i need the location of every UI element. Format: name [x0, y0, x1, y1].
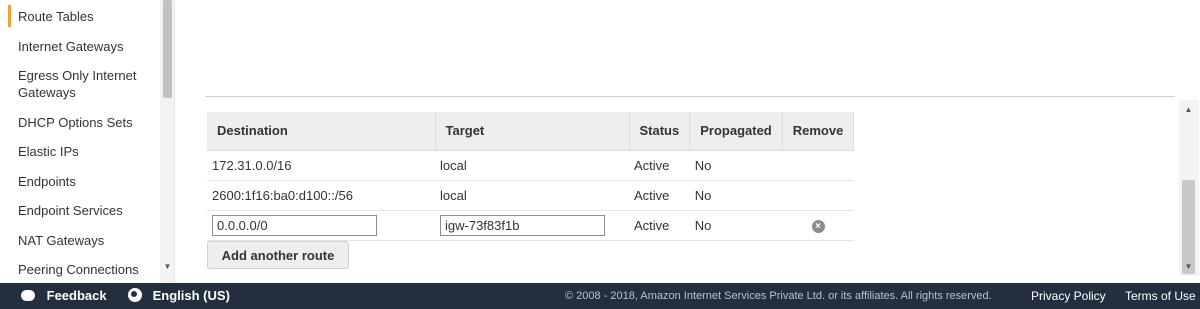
routes-table: Destination Target Status Propagated Rem… — [207, 112, 855, 241]
column-remove: Remove — [782, 112, 855, 151]
sidebar-scrollbar-thumb[interactable] — [163, 0, 172, 98]
scroll-down-icon[interactable]: ▼ — [1182, 262, 1195, 272]
column-target: Target — [435, 112, 630, 151]
sidebar-item-dhcp-options-sets[interactable]: DHCP Options Sets — [18, 114, 156, 131]
table-header-row: Destination Target Status Propagated Rem… — [207, 112, 855, 151]
route-remove-cell — [782, 150, 854, 181]
language-label: English (US) — [152, 288, 230, 303]
route-target: local — [435, 150, 629, 181]
route-target: local — [435, 180, 629, 211]
sidebar-item-endpoints[interactable]: Endpoints — [18, 173, 156, 190]
add-another-route-button[interactable]: Add another route — [207, 241, 349, 269]
sidebar-item-route-tables[interactable]: Route Tables — [18, 8, 156, 25]
sidebar-item-internet-gateways[interactable]: Internet Gateways — [18, 38, 156, 55]
sidebar-item-nat-gateways[interactable]: NAT Gateways — [18, 232, 156, 249]
footer-bar: Feedback English (US) © 2008 - 2018, Ama… — [0, 283, 1200, 309]
table-row: 2600:1f16:ba0:d100::/56 local Active No — [207, 180, 854, 211]
copyright-text: © 2008 - 2018, Amazon Internet Services … — [565, 290, 992, 302]
route-remove-cell — [782, 180, 854, 211]
main-content: Destination Target Status Propagated Rem… — [176, 0, 1200, 283]
route-destination: 172.31.0.0/16 — [207, 150, 435, 181]
main-scrollbar-thumb[interactable] — [1182, 180, 1195, 274]
sidebar-item-endpoint-services[interactable]: Endpoint Services — [18, 202, 156, 219]
target-input[interactable] — [440, 214, 605, 236]
language-selector[interactable]: English (US) — [128, 283, 230, 309]
route-destination: 2600:1f16:ba0:d100::/56 — [207, 180, 435, 211]
sidebar-nav: Route Tables Internet Gateways Egress On… — [0, 0, 175, 283]
sidebar-item-peering-connections[interactable]: Peering Connections — [18, 261, 156, 278]
feedback-link[interactable]: Feedback — [21, 283, 107, 309]
sidebar-item-egress-only-internet-gateways[interactable]: Egress Only Internet Gateways — [18, 67, 156, 101]
route-propagated: No — [689, 150, 783, 181]
route-status: Active — [629, 180, 690, 211]
scroll-down-icon[interactable]: ▼ — [163, 262, 172, 271]
chat-bubble-icon — [21, 290, 35, 301]
route-status: Active — [629, 210, 690, 241]
route-remove-cell: × — [782, 210, 854, 241]
scroll-up-icon[interactable]: ▲ — [1182, 105, 1195, 115]
route-status: Active — [629, 150, 690, 181]
section-divider — [205, 96, 1175, 97]
feedback-label: Feedback — [46, 288, 107, 303]
route-target-cell — [435, 210, 629, 241]
sidebar-item-elastic-ips[interactable]: Elastic IPs — [18, 143, 156, 160]
table-row: 172.31.0.0/16 local Active No — [207, 150, 854, 181]
column-propagated: Propagated — [689, 112, 783, 151]
route-destination-cell — [207, 210, 435, 241]
terms-of-use-link[interactable]: Terms of Use — [1125, 283, 1196, 309]
table-row: Active No × — [207, 210, 854, 241]
destination-input[interactable] — [212, 214, 377, 236]
active-indicator — [8, 5, 11, 27]
globe-icon — [128, 288, 142, 302]
column-status: Status — [629, 112, 691, 151]
privacy-policy-link[interactable]: Privacy Policy — [1031, 283, 1106, 309]
route-propagated: No — [689, 210, 783, 241]
route-propagated: No — [689, 180, 783, 211]
remove-icon[interactable]: × — [811, 220, 825, 233]
column-destination: Destination — [207, 112, 436, 151]
